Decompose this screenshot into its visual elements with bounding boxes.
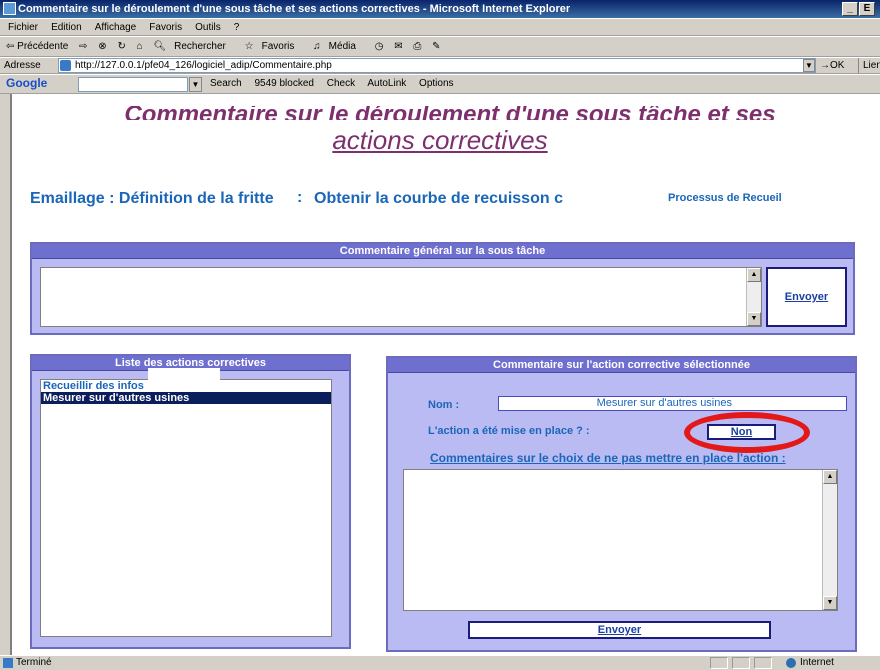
autolink-button[interactable]: AutoLink — [367, 78, 406, 89]
send-general-comment-button[interactable]: Envoyer — [766, 267, 847, 327]
scroll-up-icon[interactable]: ▲ — [747, 268, 761, 282]
stop-icon[interactable]: ⊗ — [98, 41, 106, 52]
back-button[interactable]: ⇦ Précédente — [6, 41, 68, 52]
ie-logo-icon — [3, 2, 16, 15]
process-link[interactable]: Processus de Recueil — [668, 192, 782, 204]
page-title-partial: Commentaire sur le déroulement d'une sou… — [124, 106, 776, 120]
page-title: actions correctives — [332, 125, 548, 155]
mail-icon[interactable]: ✉ — [394, 41, 402, 52]
menu-help[interactable]: ? — [234, 22, 240, 33]
status-cell — [754, 657, 772, 669]
status-cell — [732, 657, 750, 669]
internet-zone-icon — [786, 658, 796, 668]
menu-favoris[interactable]: Favoris — [149, 22, 182, 33]
google-dropdown-icon[interactable]: ▼ — [189, 77, 202, 92]
zone-label: Internet — [800, 657, 834, 668]
go-label: OK — [830, 60, 845, 71]
actions-listbox[interactable]: Recueillir des infos Mesurer sur d'autre… — [40, 379, 332, 637]
go-button[interactable]: →OK — [820, 58, 844, 73]
minimize-button[interactable]: _ — [842, 2, 858, 16]
list-item-selected[interactable]: Mesurer sur d'autres usines — [41, 392, 331, 404]
menu-edition[interactable]: Edition — [51, 22, 82, 33]
status-cell — [710, 657, 728, 669]
window-titlebar: Commentaire sur le déroulement d'une sou… — [0, 0, 880, 18]
general-comment-textarea[interactable]: ▲ ▼ — [40, 267, 762, 327]
star-icon: ☆ — [244, 41, 254, 52]
popup-blocked-button[interactable]: 9549 blocked — [254, 78, 314, 89]
search-label: Rechercher — [174, 41, 226, 52]
history-icon[interactable]: ◷ — [375, 41, 384, 52]
refresh-icon[interactable]: ↻ — [117, 41, 125, 52]
send-action-comment-button[interactable]: Envoyer — [468, 621, 771, 639]
google-tools: Search 9549 blocked Check AutoLink Optio… — [210, 76, 464, 92]
home-icon[interactable]: ⌂ — [137, 41, 143, 52]
spell-check-button[interactable]: Check — [327, 78, 355, 89]
favorites-button[interactable]: ☆ Favoris — [245, 41, 303, 52]
scroll-up-icon[interactable]: ▲ — [823, 470, 837, 484]
menu-affichage[interactable]: Affichage — [95, 22, 137, 33]
window-title: Commentaire sur le déroulement d'une sou… — [18, 3, 571, 15]
address-dropdown-icon[interactable]: ▼ — [803, 59, 815, 72]
address-input[interactable]: http://127.0.0.1/pfe04_126/logiciel_adip… — [58, 58, 816, 73]
go-arrow-icon: → — [820, 60, 830, 71]
address-label: Adresse — [4, 60, 41, 71]
nom-label: Nom : — [428, 399, 460, 411]
print-icon[interactable]: ⎙ — [413, 41, 421, 52]
action-comment-header: Commentaire sur l'action corrective séle… — [388, 358, 855, 373]
options-button[interactable]: Options — [419, 78, 453, 89]
media-label: Média — [328, 41, 356, 52]
nom-field[interactable]: Mesurer sur d'autres usines — [498, 396, 847, 411]
task-name: Emaillage : Définition de la fritte — [30, 190, 274, 207]
comments-heading: Commentaires sur le choix de ne pas mett… — [430, 451, 786, 465]
search-button[interactable]: 🔍︎ Rechercher — [153, 41, 233, 52]
list-item[interactable]: Recueillir des infos — [41, 380, 331, 392]
google-logo[interactable]: Google — [6, 76, 47, 91]
menu-outils[interactable]: Outils — [195, 22, 221, 33]
page-done-icon — [3, 658, 13, 668]
google-search-button[interactable]: Search — [210, 78, 242, 89]
implemented-label: L'action a été mise en place ? : — [428, 425, 590, 437]
status-text: Terminé — [16, 657, 52, 668]
subtask-name: Obtenir la courbe de recuisson c — [314, 190, 563, 207]
scroll-down-icon[interactable]: ▼ — [747, 312, 761, 326]
search-icon: 🔍︎ — [153, 41, 167, 52]
maximize-button[interactable]: Е — [859, 2, 875, 16]
media-button[interactable]: ♫ Média — [313, 41, 364, 52]
media-icon: ♫ — [313, 41, 321, 52]
google-search-input[interactable] — [78, 77, 188, 92]
general-comment-header: Commentaire général sur la sous tâche — [32, 244, 853, 259]
action-comment-scrollbar[interactable]: ▲ ▼ — [822, 470, 837, 610]
menu-bar: Fichier Edition Affichage Favoris Outils… — [0, 18, 880, 36]
links-button[interactable]: Liens — [858, 58, 880, 73]
edit-icon[interactable]: ✎ — [432, 41, 440, 52]
scroll-down-icon[interactable]: ▼ — [823, 596, 837, 610]
menu-fichier[interactable]: Fichier — [8, 22, 38, 33]
browser-toolbar: ⇦ Précédente ⇨ ⊗ ↻ ⌂ 🔍︎ Rechercher ☆ Favor… — [0, 36, 880, 57]
forward-button[interactable]: ⇨ — [79, 41, 87, 52]
favorites-label: Favoris — [261, 41, 295, 52]
action-comment-textarea[interactable]: ▲ ▼ — [403, 469, 838, 611]
general-comment-scrollbar[interactable]: ▲ ▼ — [746, 268, 761, 326]
page-icon — [60, 60, 71, 71]
red-highlight-circle — [684, 412, 810, 453]
task-separator: : — [297, 189, 303, 206]
overlay-mask — [148, 368, 220, 381]
